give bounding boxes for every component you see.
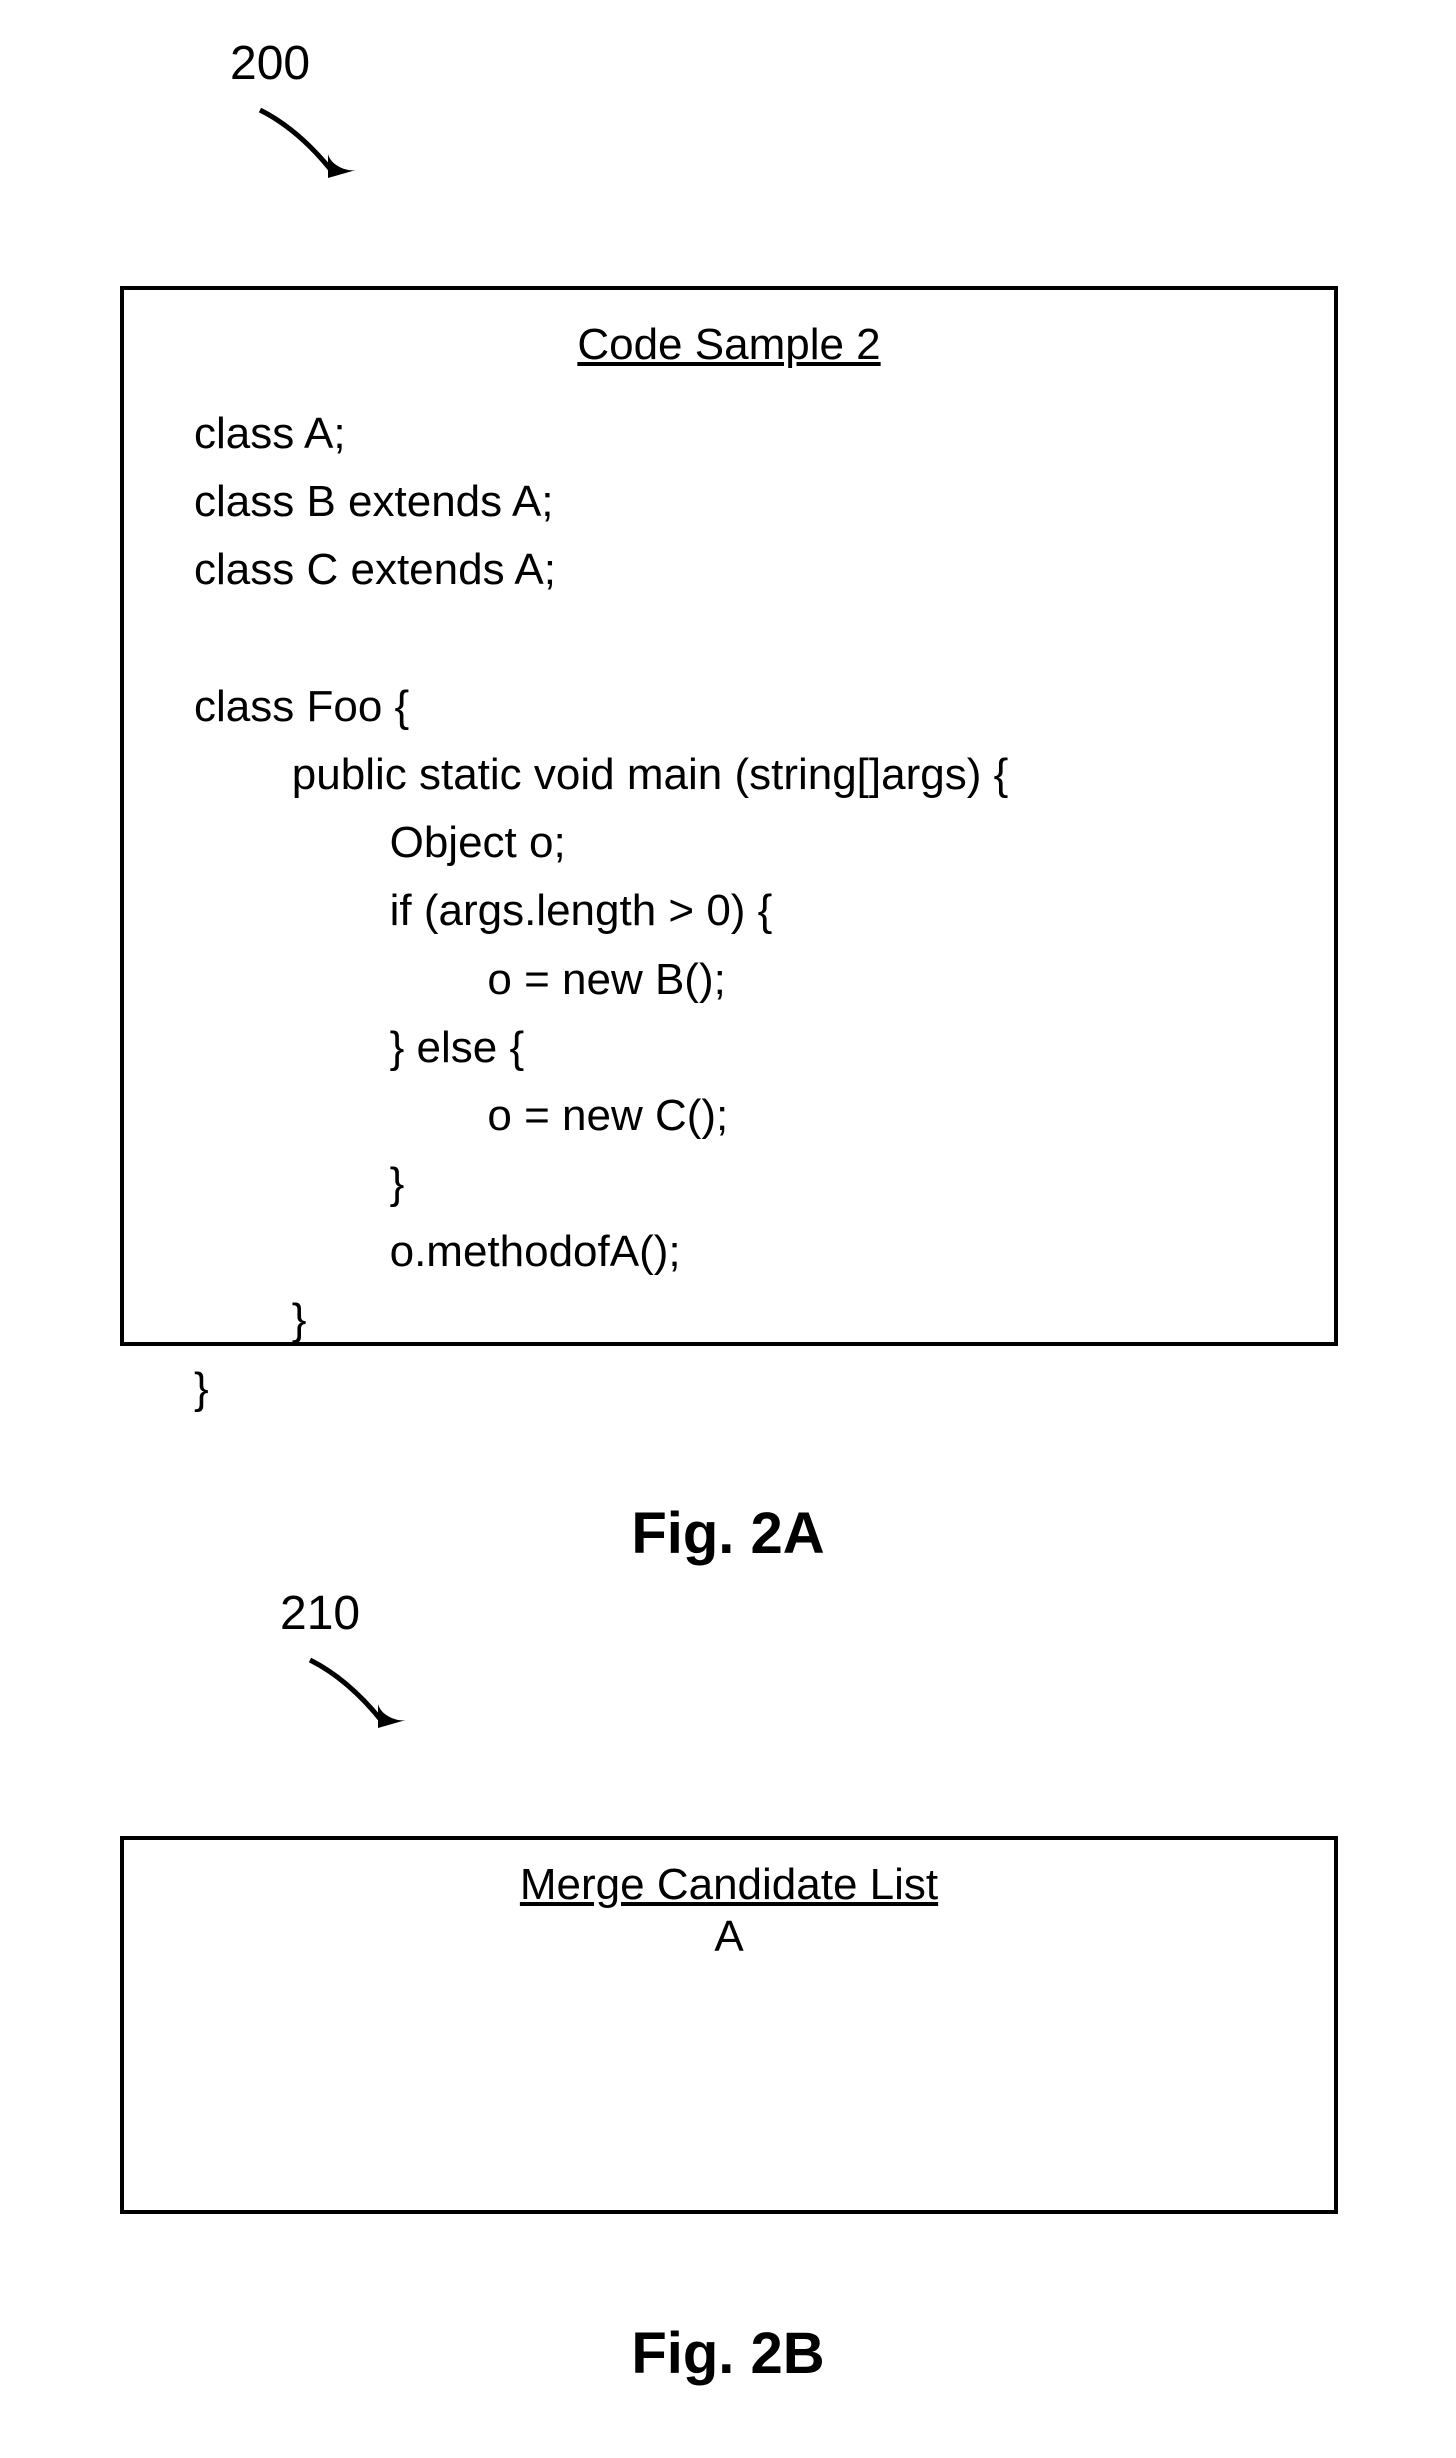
ref-num-210: 210 bbox=[280, 1590, 360, 1638]
ref-arrow-210 bbox=[300, 1650, 420, 1750]
caption-fig-2a: Fig. 2A bbox=[0, 1500, 1456, 1567]
ref-arrow-200 bbox=[250, 100, 370, 200]
code-sample-title: Code Sample 2 bbox=[124, 320, 1334, 370]
code-sample-text: class A; class B extends A; class C exte… bbox=[194, 400, 1334, 1423]
merge-candidate-title: Merge Candidate List bbox=[124, 1860, 1334, 1910]
caption-fig-2b: Fig. 2B bbox=[0, 2320, 1456, 2387]
ref-num-200: 200 bbox=[230, 40, 310, 88]
merge-candidate-box: Merge Candidate List A bbox=[120, 1836, 1338, 2214]
code-sample-box: Code Sample 2 class A; class B extends A… bbox=[120, 286, 1338, 1346]
merge-candidate-content: A bbox=[124, 1912, 1334, 1962]
